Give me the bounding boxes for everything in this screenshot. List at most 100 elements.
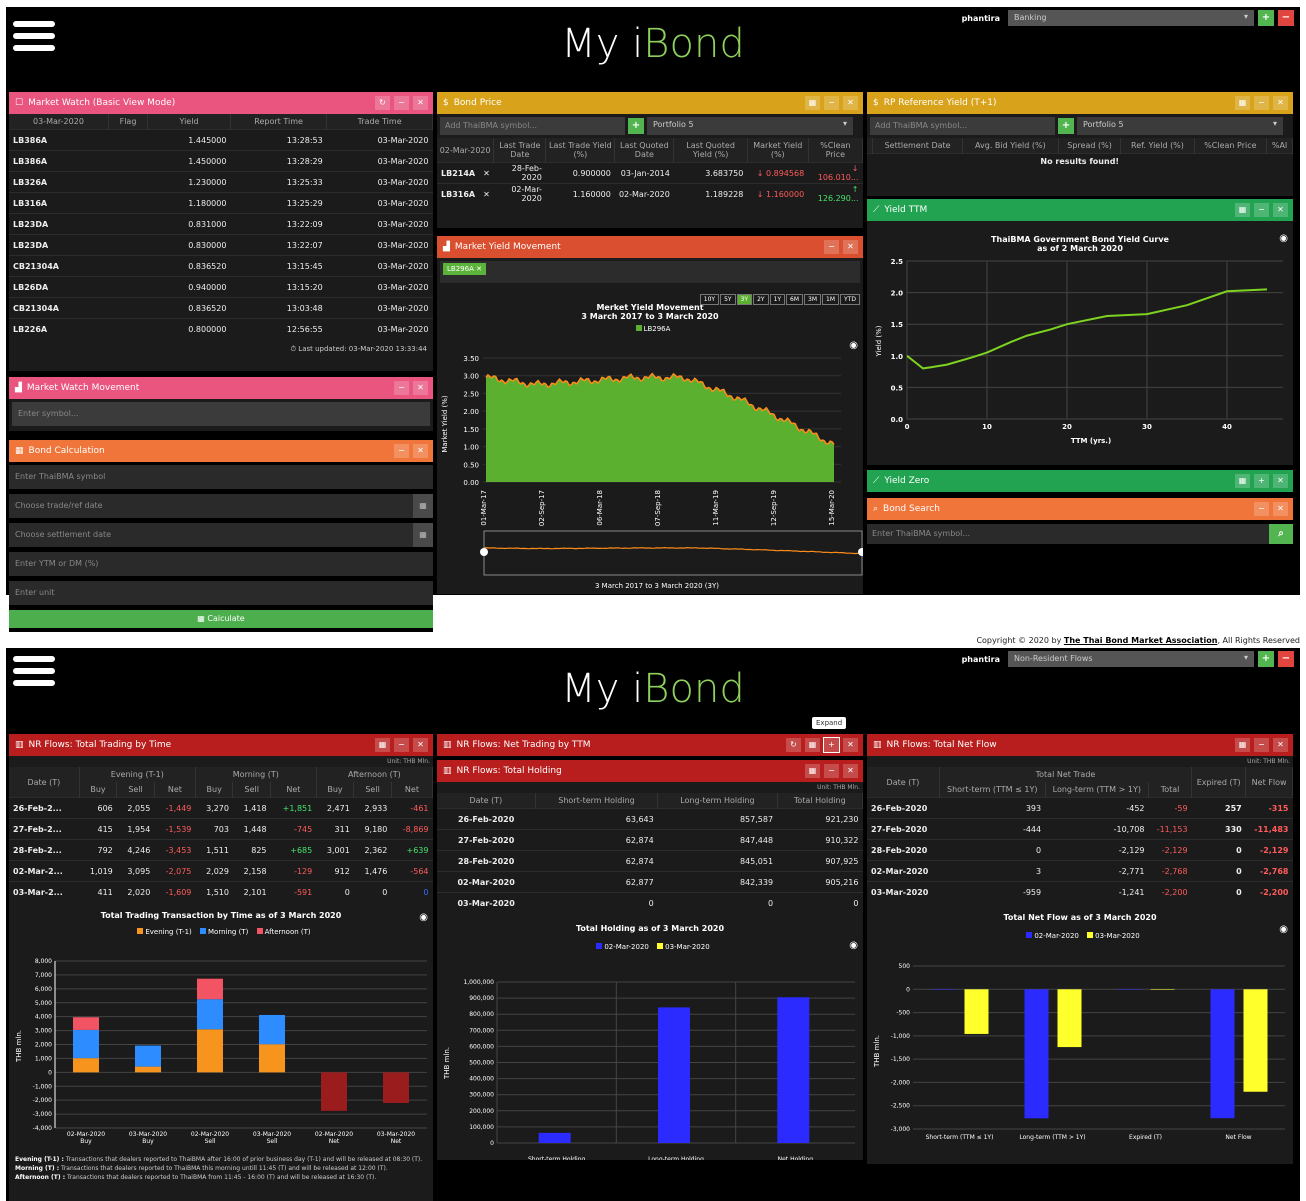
column-header[interactable]: Total Holding [777, 793, 863, 809]
add-symbol-button[interactable]: + [628, 118, 644, 134]
close-icon[interactable]: ✕ [843, 738, 858, 752]
column-header[interactable]: Long-term Holding [657, 793, 778, 809]
close-icon[interactable]: ✕ [1273, 474, 1288, 488]
portfolio-select[interactable]: Portfolio 5 [647, 117, 853, 135]
symbol-input[interactable]: Enter ThaiBMA symbol [9, 465, 433, 489]
table-row[interactable]: LB386A 1.445000 13:28:53 03-Mar-2020 [9, 129, 433, 151]
portfolio-select[interactable]: Portfolio 5 [1077, 117, 1283, 135]
ytm-input[interactable]: Enter YTM or DM (%) [9, 552, 433, 576]
range-button-1Y[interactable]: 1Y [769, 294, 786, 305]
column-header[interactable]: Last Trade Date [493, 138, 547, 163]
column-header[interactable]: %Clean Price [1194, 138, 1268, 154]
camera-icon[interactable]: ◉ [849, 940, 858, 951]
table-row[interactable]: CB21304A 0.836520 13:15:45 03-Mar-2020 [9, 255, 433, 277]
calendar-icon[interactable]: ▦ [1235, 474, 1250, 488]
minimize-icon[interactable]: − [394, 444, 409, 458]
minimize-icon[interactable]: − [394, 96, 409, 110]
table-row[interactable]: 27-Feb-2... 415 1,954 -1,539 703 1,448 -745 311… [9, 818, 433, 840]
table-row[interactable]: 26-Feb-2020 393 -452 -59 257 -315 [867, 797, 1293, 819]
calendar-icon[interactable]: ▦ [413, 494, 433, 518]
close-icon[interactable]: ✕ [1273, 738, 1288, 752]
table-row[interactable]: 28-Feb-2... 792 4,246 -3,453 1,511 825 +685 3,0… [9, 839, 433, 861]
dashboard-select[interactable]: Non-Resident Flows [1008, 651, 1254, 667]
close-icon[interactable]: ✕ [843, 96, 858, 110]
table-row[interactable]: LB226A 0.800000 12:56:55 03-Mar-2020 [9, 318, 433, 340]
expand-icon[interactable]: + [1254, 474, 1269, 488]
minimize-icon[interactable]: − [1254, 203, 1269, 217]
range-button-2Y[interactable]: 2Y [753, 294, 769, 305]
column-header[interactable]: Yield [147, 114, 231, 130]
close-icon[interactable]: ✕ [413, 738, 428, 752]
add-dashboard-button[interactable]: + [1258, 651, 1274, 667]
column-header[interactable]: Sell [116, 782, 155, 798]
unit-input[interactable]: Enter unit [9, 581, 433, 605]
table-row[interactable]: LB26DA 0.940000 13:15:20 03-Mar-2020 [9, 276, 433, 298]
table-row[interactable]: 27-Feb-2020 62,874 847,448 910,322 [437, 829, 863, 851]
range-button-6M[interactable]: 6M [786, 294, 804, 305]
calendar-icon[interactable]: ▦ [1235, 738, 1250, 752]
table-row[interactable]: LB23DA 0.830000 13:22:07 03-Mar-2020 [9, 234, 433, 256]
column-header[interactable]: Flag [108, 114, 149, 130]
bond-search-input[interactable]: Enter ThaiBMA symbol... [867, 524, 1269, 544]
minimize-icon[interactable]: − [824, 240, 839, 254]
search-button[interactable]: ⌕ [1269, 524, 1293, 544]
add-symbol-button[interactable]: + [1058, 118, 1074, 134]
column-header[interactable]: Trade Time [326, 114, 433, 130]
column-header[interactable]: Market Yield (%) [747, 138, 809, 163]
table-row[interactable]: 02-Mar-2... 1,019 3,095 -2,075 2,029 2,158 -12… [9, 860, 433, 882]
column-header[interactable]: Short-term Holding [535, 793, 659, 809]
column-header[interactable]: 03-Mar-2020 [9, 114, 109, 130]
table-row[interactable]: LB316A 1.180000 13:25:29 03-Mar-2020 [9, 192, 433, 214]
column-header[interactable]: Date (T) [437, 793, 536, 809]
table-row[interactable]: 02-Mar-2020 3 -2,771 -2,768 0 -2,768 [867, 860, 1293, 882]
column-header[interactable]: Net [270, 782, 317, 798]
table-row[interactable]: CB21304A 0.836520 13:03:48 03-Mar-2020 [9, 297, 433, 319]
close-icon[interactable]: ✕ [413, 381, 428, 395]
refresh-icon[interactable]: ↻ [786, 738, 801, 752]
column-header[interactable]: Ref. Yield (%) [1120, 138, 1195, 154]
minimize-icon[interactable]: − [1254, 96, 1269, 110]
remove-dashboard-button[interactable]: − [1278, 651, 1294, 667]
column-header[interactable]: Date (T) [9, 767, 80, 798]
org-link[interactable]: The Thai Bond Market Association [1064, 636, 1218, 645]
dashboard-select[interactable]: Banking [1008, 10, 1254, 26]
calendar-icon[interactable]: ▦ [1235, 203, 1250, 217]
close-icon[interactable]: ✕ [1273, 502, 1288, 516]
close-icon[interactable]: ✕ [1273, 203, 1288, 217]
symbol-input[interactable]: Enter symbol... [12, 402, 430, 426]
minimize-icon[interactable]: − [394, 738, 409, 752]
camera-icon[interactable]: ◉ [1279, 233, 1288, 244]
table-row[interactable]: 26-Feb-2... 606 2,055 -1,449 3,270 1,418 +1,85… [9, 797, 433, 819]
table-row[interactable]: 28-Feb-2020 0 -2,129 -2,129 0 -2,129 [867, 839, 1293, 861]
calendar-icon[interactable]: ▦ [805, 764, 820, 778]
column-header[interactable]: Total [1148, 782, 1193, 798]
table-row[interactable]: 28-Feb-2020 62,874 845,051 907,925 [437, 850, 863, 872]
column-header[interactable]: Net Flow [1245, 767, 1293, 798]
calendar-icon[interactable]: ▦ [805, 738, 820, 752]
column-header[interactable]: Sell [353, 782, 392, 798]
column-header[interactable]: Buy [79, 782, 118, 798]
calendar-icon[interactable]: ▦ [413, 523, 433, 547]
table-row[interactable]: LB326A 1.230000 13:25:33 03-Mar-2020 [9, 171, 433, 193]
add-symbol-input[interactable]: Add ThaiBMA symbol... [440, 117, 625, 135]
column-header[interactable]: %AI [1266, 138, 1293, 154]
column-header[interactable]: Report Time [230, 114, 328, 130]
navigator[interactable] [483, 530, 863, 576]
column-header[interactable]: Settlement Date [872, 138, 963, 154]
minimize-icon[interactable]: − [394, 381, 409, 395]
range-button-3Y[interactable]: 3Y [736, 294, 753, 305]
close-icon[interactable]: ✕ [843, 764, 858, 778]
column-header[interactable]: Buy [195, 782, 234, 798]
close-icon[interactable]: ✕ [1273, 96, 1288, 110]
column-header[interactable]: Last Quoted Date [614, 138, 675, 163]
table-row[interactable]: 27-Feb-2020 -444 -10,708 -11,153 330 -11,483 [867, 818, 1293, 840]
calendar-icon[interactable]: ▦ [1235, 96, 1250, 110]
remove-icon[interactable]: ✕ [479, 183, 494, 205]
close-icon[interactable]: ✕ [843, 240, 858, 254]
table-row[interactable]: LB316A ✕ 02-Mar-2020 1.160000 02-Mar-2020 1.1… [437, 183, 863, 205]
range-button-3M[interactable]: 3M [804, 294, 822, 305]
table-row[interactable]: 03-Mar-2... 411 2,020 -1,609 1,510 2,101 -591 0… [9, 881, 433, 903]
minimize-icon[interactable]: − [824, 764, 839, 778]
column-header[interactable]: Buy [316, 782, 355, 798]
table-row[interactable]: LB214A ✕ 28-Feb-2020 0.900000 03-Jan-2014 3.6… [437, 162, 863, 184]
